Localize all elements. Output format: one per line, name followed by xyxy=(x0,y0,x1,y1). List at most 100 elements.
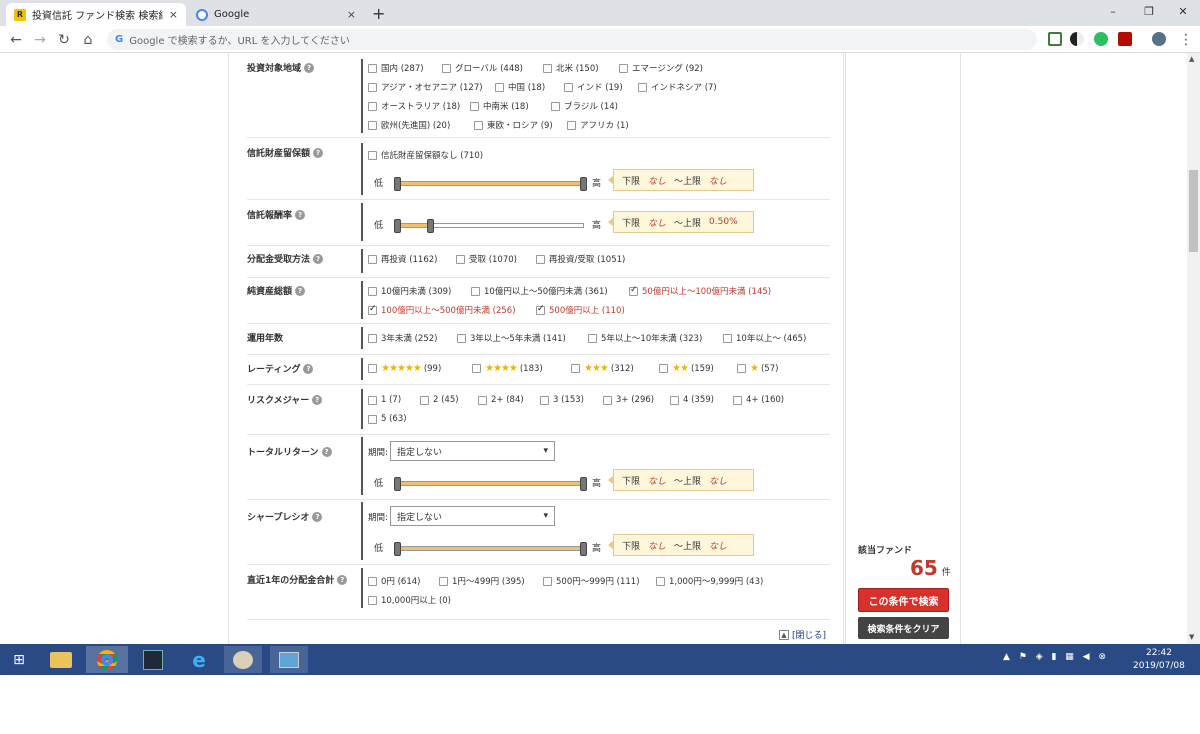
checkbox-region[interactable]: グローバル (448) xyxy=(442,62,523,74)
checkbox-risk[interactable]: 1 (7) xyxy=(368,395,401,405)
checkbox-distribution[interactable]: 再投資/受取 (1051) xyxy=(536,253,625,265)
checkbox-region[interactable]: アフリカ (1) xyxy=(567,119,629,131)
extension-icon[interactable] xyxy=(1048,32,1062,46)
checkbox-dividend[interactable]: 1円～499円 (395) xyxy=(439,575,525,587)
slider-min-handle[interactable] xyxy=(394,177,401,191)
checkbox-region[interactable]: 国内 (287) xyxy=(368,62,424,74)
close-window-button[interactable]: ✕ xyxy=(1166,0,1200,22)
checkbox-years[interactable]: 5年以上～10年未満 (323) xyxy=(588,332,702,344)
pdf-icon[interactable] xyxy=(1118,32,1132,46)
checkbox-rating[interactable]: ★★★★ (183) xyxy=(472,363,543,374)
checkbox-risk[interactable]: 3 (153) xyxy=(540,395,584,405)
checkbox-dividend[interactable]: 500円～999円 (111) xyxy=(543,575,640,587)
fee-slider[interactable]: 低 高 xyxy=(374,218,604,233)
checkbox-region[interactable]: 中国 (18) xyxy=(495,81,545,93)
checkbox-rating[interactable]: ★★★★★ (99) xyxy=(368,363,441,374)
minimize-button[interactable]: – xyxy=(1096,0,1130,22)
help-icon[interactable]: ? xyxy=(337,574,348,585)
checkbox-risk[interactable]: 4+ (160) xyxy=(733,395,784,405)
scroll-thumb[interactable] xyxy=(1189,170,1198,252)
profile-avatar-icon[interactable] xyxy=(1152,32,1166,46)
checkbox-risk[interactable]: 4 (359) xyxy=(670,395,714,405)
scroll-down-arrow-icon[interactable]: ▼ xyxy=(1189,633,1194,641)
tray-icons[interactable]: ▲ ⚑ ◈ ▮ ▦ ◀ ⊗ xyxy=(1003,652,1109,662)
help-icon[interactable]: ? xyxy=(304,62,315,73)
checkbox-region[interactable]: 北米 (150) xyxy=(543,62,599,74)
checkbox-region[interactable]: エマージング (92) xyxy=(619,62,703,74)
new-tab-button[interactable]: + xyxy=(372,4,385,23)
checkbox-years[interactable]: 10年以上～ (465) xyxy=(723,332,806,344)
checkbox-rating[interactable]: ★ (57) xyxy=(737,363,778,374)
checkbox-years[interactable]: 3年以上～5年未満 (141) xyxy=(457,332,566,344)
address-bar[interactable]: G Google で検索するか、URL を入力してください xyxy=(107,29,1037,50)
sharpe-slider[interactable]: 低 高 xyxy=(374,541,604,556)
help-icon[interactable]: ? xyxy=(313,147,324,158)
checkbox-years[interactable]: 3年未満 (252) xyxy=(368,332,437,344)
period-select[interactable]: 指定しない ▾ xyxy=(390,441,555,461)
evernote-icon[interactable] xyxy=(1094,32,1108,46)
slider-max-handle[interactable] xyxy=(580,177,587,191)
slider-min-handle[interactable] xyxy=(394,477,401,491)
tab-fund-search[interactable]: R 投資信託 ファンド検索 検索結果 × xyxy=(6,3,186,26)
checkbox-assets[interactable]: 50億円以上～100億円未満 (145) xyxy=(629,285,771,297)
checkbox-region[interactable]: ブラジル (14) xyxy=(551,100,618,112)
checkbox-risk[interactable]: 2+ (84) xyxy=(478,395,524,405)
checkbox-rating[interactable]: ★★ (159) xyxy=(659,363,714,374)
total-return-slider[interactable]: 低 高 xyxy=(374,476,604,491)
checkbox-region[interactable]: 東欧・ロシア (9) xyxy=(474,119,553,131)
help-icon[interactable]: ? xyxy=(295,285,306,296)
help-icon[interactable]: ? xyxy=(312,394,323,405)
internet-explorer-icon[interactable]: e xyxy=(180,646,218,673)
back-arrow-icon[interactable]: ← xyxy=(6,30,26,50)
reserve-slider[interactable]: 低 高 xyxy=(374,176,604,191)
help-icon[interactable]: ? xyxy=(321,446,332,457)
checkbox-assets[interactable]: 10億円以上～50億円未満 (361) xyxy=(471,285,608,297)
slider-max-handle[interactable] xyxy=(427,219,434,233)
checkbox-risk[interactable]: 2 (45) xyxy=(420,395,459,405)
file-explorer-icon[interactable] xyxy=(42,646,80,673)
menu-dots-icon[interactable]: ⋮ xyxy=(1176,30,1196,50)
checkbox-distribution[interactable]: 再投資 (1162) xyxy=(368,253,437,265)
app-icon[interactable] xyxy=(134,646,172,673)
help-icon[interactable]: ? xyxy=(313,253,324,264)
home-icon[interactable]: ⌂ xyxy=(78,30,98,50)
checkbox-dividend[interactable]: 10,000円以上 (0) xyxy=(368,594,451,606)
help-icon[interactable]: ? xyxy=(303,363,314,374)
checkbox-rating[interactable]: ★★★ (312) xyxy=(571,363,634,374)
slider-max-handle[interactable] xyxy=(580,477,587,491)
tab-google[interactable]: Google × xyxy=(188,3,364,26)
scroll-up-arrow-icon[interactable]: ▲ xyxy=(1189,55,1194,63)
checkbox-distribution[interactable]: 受取 (1070) xyxy=(456,253,517,265)
tab-close-icon[interactable]: × xyxy=(169,8,178,21)
clear-conditions-button[interactable]: 検索条件をクリア xyxy=(858,617,949,639)
checkbox-region[interactable]: 欧州(先進国) (20) xyxy=(368,119,450,131)
checkbox-risk[interactable]: 5 (63) xyxy=(368,414,407,424)
reload-icon[interactable]: ↻ xyxy=(54,30,74,50)
chrome-icon[interactable] xyxy=(86,646,128,673)
slider-max-handle[interactable] xyxy=(580,542,587,556)
checkbox-region[interactable]: インド (19) xyxy=(564,81,623,93)
windows-start-icon[interactable]: ⊞ xyxy=(0,646,38,673)
clock-time[interactable]: 22:42 xyxy=(1146,648,1172,658)
clock-date[interactable]: 2019/07/08 xyxy=(1133,661,1185,671)
help-icon[interactable]: ? xyxy=(312,511,323,522)
checkbox-region[interactable]: オーストラリア (18) xyxy=(368,100,460,112)
page-scrollbar[interactable]: ▲ ▼ xyxy=(1187,53,1200,644)
slider-min-handle[interactable] xyxy=(394,542,401,556)
forward-arrow-icon[interactable]: → xyxy=(30,30,50,50)
period-select[interactable]: 指定しない ▾ xyxy=(390,506,555,526)
dark-mode-icon[interactable] xyxy=(1070,32,1084,46)
checkbox-dividend[interactable]: 1,000円～9,999円 (43) xyxy=(656,575,763,587)
close-filters-link[interactable]: ▲ [閉じる] xyxy=(779,628,826,641)
checkbox-region[interactable]: インドネシア (7) xyxy=(638,81,717,93)
checkbox-region[interactable]: 中南米 (18) xyxy=(470,100,529,112)
search-button[interactable]: この条件で検索 xyxy=(858,588,949,612)
tab-close-icon[interactable]: × xyxy=(347,8,356,21)
paint-icon[interactable] xyxy=(224,646,262,673)
checkbox-risk[interactable]: 3+ (296) xyxy=(603,395,654,405)
checkbox-no-reserve[interactable]: 信託財産留保額なし (710) xyxy=(368,149,483,161)
help-icon[interactable]: ? xyxy=(295,209,306,220)
slider-min-handle[interactable] xyxy=(394,219,401,233)
checkbox-assets[interactable]: 500億円以上 (110) xyxy=(536,304,625,316)
photos-icon[interactable] xyxy=(270,646,308,673)
